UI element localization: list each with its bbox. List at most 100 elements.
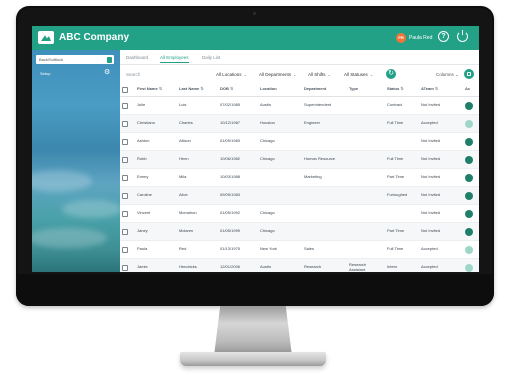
row-checkbox[interactable] [122,138,128,145]
header-ateam[interactable]: ATeam ⇅ [419,83,463,97]
cell-dob: 10/12/1987 [218,114,258,133]
table-row[interactable]: Paula Red 01/13/1975 New York Sales Full… [120,240,479,259]
sort-icon: ⇅ [200,86,204,92]
action-button[interactable] [465,173,473,182]
cell-dob: 01/05/1999 [218,222,258,241]
camera-dot [253,12,256,15]
row-checkbox[interactable] [122,120,128,127]
cell-action [463,204,479,223]
header-last-name-label: Last Name [179,86,200,92]
sort-icon: ⇅ [400,86,404,92]
tab-daily-list[interactable]: Daily List [202,55,220,61]
table-row[interactable]: Julie Luis 07/02/1985 Austin Superintend… [120,96,479,115]
row-checkbox[interactable] [122,246,128,253]
header-first-name[interactable]: First Name ⇅ [135,83,177,97]
location-filter-value: All Locations [216,72,242,77]
cell-location: Chicago [258,132,302,151]
action-button[interactable] [465,155,473,164]
apple-logo-icon [249,282,259,292]
cell-first-name: Christiano [135,114,177,133]
row-checkbox[interactable] [122,102,128,109]
status-filter[interactable]: All Statuses ⌄ [344,72,373,78]
action-button[interactable] [465,209,473,218]
action-button[interactable] [465,263,473,272]
header-last-name[interactable]: Last Name ⇅ [177,83,218,97]
cell-dob: 07/02/1985 [218,96,258,115]
shift-filter[interactable]: All Shifts ⌄ [308,72,331,78]
cell-ateam: Accepted [419,240,463,259]
header-status[interactable]: Status ⇅ [385,83,419,97]
row-checkbox[interactable] [122,156,128,163]
cell-status: Part Time [385,222,419,241]
cell-type [347,186,385,205]
row-checkbox[interactable] [122,264,128,271]
gear-icon[interactable]: ⚙ [104,69,110,77]
cell-dob: 12/01/2006 [218,258,258,272]
action-button[interactable] [465,191,473,200]
cell-type [347,240,385,259]
sidebar-item-setup[interactable]: Setup [40,71,50,76]
cell-department: Human Resource [302,150,347,169]
cell-type [347,114,385,133]
columns-dropdown[interactable]: Columns ⌄ [436,72,459,78]
action-button[interactable] [465,119,473,128]
sidebar-search-input[interactable]: Back/Softluck [36,55,114,64]
cell-last-name: Mclaren [177,222,218,241]
help-icon[interactable]: ? [438,31,449,42]
sidebar-search-icon[interactable] [107,56,112,63]
sort-icon: ⇅ [230,86,234,92]
tab-all-employees[interactable]: All Employees [160,55,189,63]
select-all-checkbox[interactable] [122,86,128,93]
table-row[interactable]: Vincent Mcmahon 01/05/1992 Chicago Not I… [120,204,479,223]
cell-location: Chicago [258,222,302,241]
header-location[interactable]: Location [258,83,302,97]
header-dob[interactable]: DOB ⇅ [218,83,258,97]
table-row[interactable]: Janey Mclaren 01/05/1999 Chicago Part Ti… [120,222,479,241]
department-filter[interactable]: All Departments ⌄ [259,72,296,78]
tab-dashboard[interactable]: Dashboard [126,55,148,61]
sort-icon: ⇅ [434,86,439,92]
row-select-cell [120,132,135,151]
cell-status: Part Time [385,168,419,187]
header-department[interactable]: Department [302,83,347,97]
action-button[interactable] [465,245,473,254]
cell-action [463,114,479,133]
action-button[interactable] [465,101,473,110]
avatar[interactable]: PR [396,33,406,43]
table-row[interactable]: Ashton Allison 01/09/1983 Chicago Not In… [120,132,479,151]
refresh-icon[interactable]: ↻ [386,69,396,79]
row-select-cell [120,222,135,241]
table-row[interactable]: Christiano Charles 10/12/1987 Houston En… [120,114,479,133]
header-status-label: Status [387,86,400,92]
header-type[interactable]: Type [347,83,385,97]
cell-location: Austin [258,96,302,115]
cell-action [463,132,479,151]
cell-action [463,168,479,187]
table-row[interactable]: Emmy Mila 10/03/1988 Marketing Part Time… [120,168,479,187]
cell-dob: 01/05/1992 [218,204,258,223]
row-checkbox[interactable] [122,192,128,199]
header-actions-label: Ac [465,86,471,92]
filter-bar: Search All Locations ⌄ All Departments ⌄ A… [120,68,479,80]
table-row[interactable]: Caroline Alice 09/05/1983 Furloughed Not… [120,186,479,205]
chevron-down-icon: ⌄ [243,72,247,77]
row-checkbox[interactable] [122,174,128,181]
status-filter-value: All Statuses [344,72,368,77]
cell-type [347,96,385,115]
table-row[interactable]: Jamie Hendricks 12/01/2006 Austin Resear… [120,258,479,272]
table-row[interactable]: Robb Henn 10/06/1982 Chicago Human Resou… [120,150,479,169]
user-name[interactable]: Paula Red [409,34,432,42]
column-settings-icon[interactable] [464,69,474,79]
cell-last-name: Charles [177,114,218,133]
row-checkbox[interactable] [122,210,128,217]
row-checkbox[interactable] [122,228,128,235]
location-filter[interactable]: All Locations ⌄ [216,72,247,78]
power-icon[interactable] [457,30,468,42]
cell-type [347,168,385,187]
header-location-label: Location [260,86,277,92]
search-input[interactable]: Search [126,72,140,78]
action-button[interactable] [465,227,473,236]
action-button[interactable] [465,137,473,146]
cell-type [347,222,385,241]
sidebar: Back/Softluck Setup ⚙ [32,50,122,272]
